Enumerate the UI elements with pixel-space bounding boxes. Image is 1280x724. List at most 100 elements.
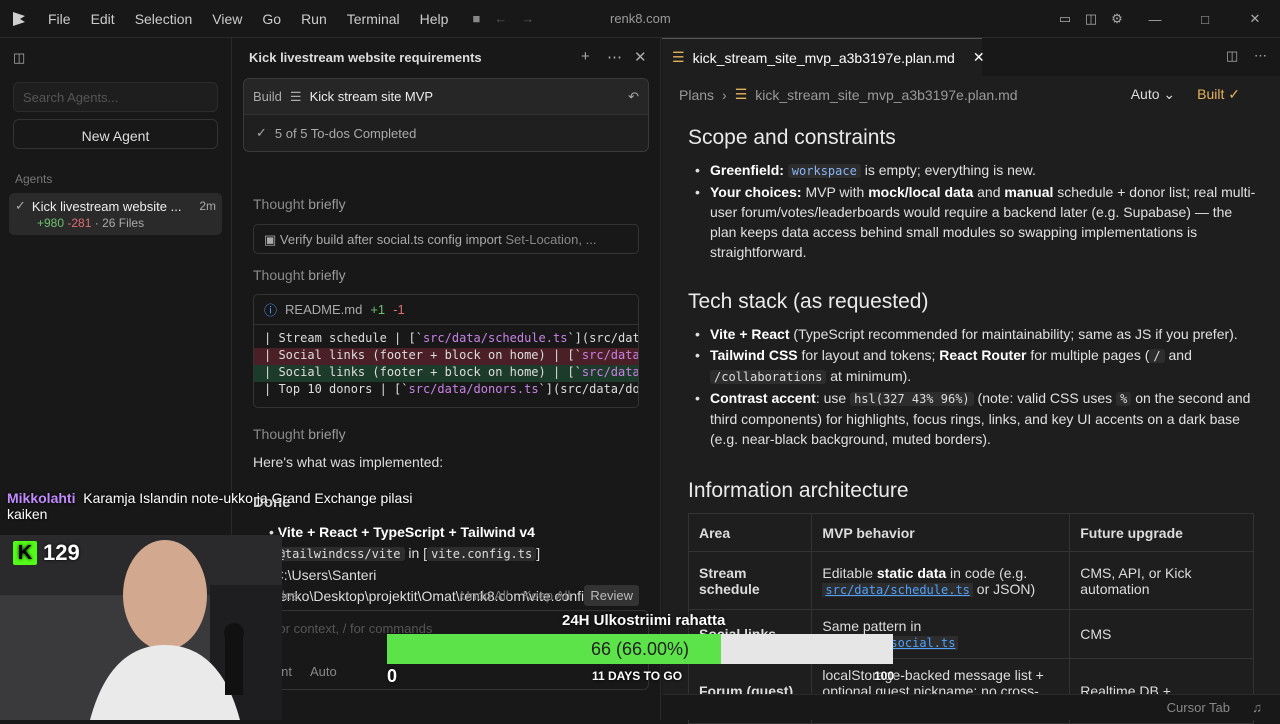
menu-selection[interactable]: Selection: [135, 11, 193, 27]
minimize-icon[interactable]: —: [1130, 12, 1180, 27]
model-selector[interactable]: Auto: [310, 664, 337, 679]
code-line: | Stream schedule | [`src/data/schedule.…: [264, 331, 639, 345]
table-row: Stream schedule Editable static data in …: [687, 551, 1254, 610]
command-suffix: Set-Location, ...: [505, 232, 597, 247]
book-icon: ☰: [672, 49, 685, 65]
goal-title: 24H Ulkostriimi rahatta: [562, 612, 726, 629]
section-heading: Scope and constraints: [688, 126, 896, 149]
window-title: renk8.com: [610, 11, 671, 26]
menu-edit[interactable]: Edit: [91, 11, 115, 27]
thought-label: Thought briefly: [253, 267, 346, 283]
breadcrumb-file[interactable]: kick_stream_site_mvp_a3b3197e.plan.md: [755, 87, 1017, 103]
agent-list-item[interactable]: ✓ Kick livestream website ... 2m +980 -2…: [9, 193, 222, 235]
list-item: Contrast accent: use hsl(327 43% 96%) (n…: [690, 388, 1258, 449]
agent-lines-removed: -281: [67, 216, 92, 230]
agents-section-label: Agents: [15, 172, 53, 186]
status-bar: Cursor Tab ♫: [662, 694, 1280, 720]
new-agent-button[interactable]: New Agent: [13, 119, 218, 149]
thought-label: Thought briefly: [253, 426, 346, 442]
keep-all-button[interactable]: Keep All: [523, 588, 571, 603]
file-diff-card[interactable]: ⓘ README.md +1 -1 | Stream schedule | [`…: [253, 294, 639, 408]
goal-days-left: 11 DAYS TO GO: [592, 669, 683, 683]
breadcrumb: Plans › ☰ kick_stream_site_mvp_a3b3197e.…: [679, 86, 1018, 103]
sidebar-toggle-icon[interactable]: ◫: [13, 50, 25, 66]
chevron-right-icon: ›: [722, 86, 727, 103]
stream-chat-message: Mikkolahti Karamja Islandin note-ukko ja…: [7, 490, 437, 522]
close-window-icon[interactable]: ✕: [1230, 11, 1280, 27]
settings-gear-icon[interactable]: ⚙: [1104, 11, 1130, 27]
menu-terminal[interactable]: Terminal: [347, 11, 400, 27]
goal-max: 100: [874, 669, 895, 683]
code-line: | Top 10 donors | [`src/data/donors.ts`]…: [264, 382, 639, 396]
chat-bubble-icon[interactable]: ■: [472, 11, 480, 26]
plan-editor: ☰ kick_stream_site_mvp_a3b3197e.plan.md …: [662, 38, 1280, 724]
add-icon[interactable]: +: [581, 48, 590, 65]
mode-dropdown[interactable]: Auto ⌄: [1131, 86, 1175, 103]
build-plan-card: Build ☰ Kick stream site MVP ↶ ✓ 5 of 5 …: [243, 78, 649, 152]
schedule-link[interactable]: src/data/schedule.ts: [822, 582, 973, 597]
menu-view[interactable]: View: [212, 11, 242, 27]
code-line-added: | Social links (footer + block on home) …: [254, 365, 638, 382]
undo-all-button[interactable]: Undo All: [460, 588, 508, 603]
goal-progress-bar: 66 (66.00%): [387, 634, 893, 664]
list-item: Vite + React (TypeScript recommended for…: [690, 324, 1258, 344]
check-circle-icon: ✓: [15, 198, 26, 213]
menu-run[interactable]: Run: [301, 11, 327, 27]
toggle-sidebar-icon[interactable]: ◫: [1078, 11, 1104, 27]
review-button[interactable]: Review: [584, 584, 639, 606]
menu-bar: File Edit Selection View Go Run Terminal Help: [38, 11, 458, 27]
list-icon: ☰: [289, 88, 302, 104]
breadcrumb-plans[interactable]: Plans: [679, 87, 714, 103]
todos-status: 5 of 5 To-dos Completed: [274, 125, 417, 141]
search-agents-input[interactable]: Search Agents...: [13, 82, 218, 112]
table-header: Future upgrade: [1069, 513, 1254, 552]
table-header: Area: [687, 513, 813, 552]
close-panel-icon[interactable]: ✕: [634, 48, 647, 66]
cursor-tab-status[interactable]: Cursor Tab: [1167, 700, 1230, 715]
diff-added: +1: [370, 302, 386, 317]
kick-logo-icon: K: [13, 541, 37, 565]
agent-title: Kick livestream website ...: [31, 198, 182, 214]
split-editor-icon[interactable]: ◫: [1226, 48, 1238, 64]
viewer-count: 129: [43, 540, 80, 565]
tab-label: kick_stream_site_mvp_a3b3197e.plan.md: [692, 49, 955, 66]
maximize-icon[interactable]: □: [1180, 12, 1230, 27]
section-heading: Information architecture: [688, 479, 909, 502]
chat-title: Kick livestream website requirements: [249, 50, 482, 65]
check-circle-icon: ✓: [256, 125, 267, 140]
agent-lines-added: +980: [37, 216, 65, 230]
forward-arrow-icon[interactable]: →: [521, 11, 534, 26]
title-bar: File Edit Selection View Go Run Terminal Help ■…: [0, 0, 1280, 38]
agent-file-count: · 26 Files: [94, 216, 145, 230]
more-icon[interactable]: ⋯: [607, 48, 622, 66]
chat-username: Mikkolahti: [7, 490, 76, 506]
back-arrow-icon[interactable]: ←: [494, 11, 507, 26]
book-icon: ☰: [734, 86, 748, 102]
info-icon: ⓘ: [264, 303, 278, 318]
close-tab-icon[interactable]: ✕: [973, 49, 985, 66]
menu-help[interactable]: Help: [420, 11, 449, 27]
goal-min: 0: [387, 666, 398, 686]
menu-file[interactable]: File: [48, 11, 71, 27]
tab-plan-file[interactable]: ☰ kick_stream_site_mvp_a3b3197e.plan.md …: [662, 38, 985, 76]
diff-filename: README.md: [285, 302, 363, 317]
list-item: Tailwind CSS for layout and tokens; Reac…: [690, 345, 1258, 387]
bell-icon[interactable]: ♫: [1252, 700, 1262, 715]
agent-age: 2m: [199, 199, 216, 213]
cursor-logo-icon: [0, 0, 38, 38]
command-text: Verify build after social.ts config impo…: [279, 232, 502, 247]
build-name[interactable]: Kick stream site MVP: [310, 89, 434, 104]
toggle-panel-icon[interactable]: ▭: [1052, 11, 1078, 27]
menu-go[interactable]: Go: [262, 11, 281, 27]
kick-viewer-badge: K 129: [13, 540, 80, 566]
changes-bar: 26 Files Undo All Keep All Review: [253, 584, 639, 606]
thought-label: Thought briefly: [253, 196, 346, 212]
build-label: Build: [253, 89, 282, 104]
diff-removed: -1: [393, 302, 405, 317]
donation-goal-widget: 24H Ulkostriimi rahatta 66 (66.00%) 0 11…: [387, 612, 895, 692]
built-status: Built ✓: [1197, 86, 1240, 102]
list-item: Greenfield: workspace is empty; everythi…: [690, 160, 1258, 181]
terminal-command-card[interactable]: ▣ Verify build after social.ts config im…: [253, 224, 639, 254]
more-actions-icon[interactable]: ⋯: [1254, 48, 1267, 64]
revert-icon[interactable]: ↶: [628, 89, 639, 105]
